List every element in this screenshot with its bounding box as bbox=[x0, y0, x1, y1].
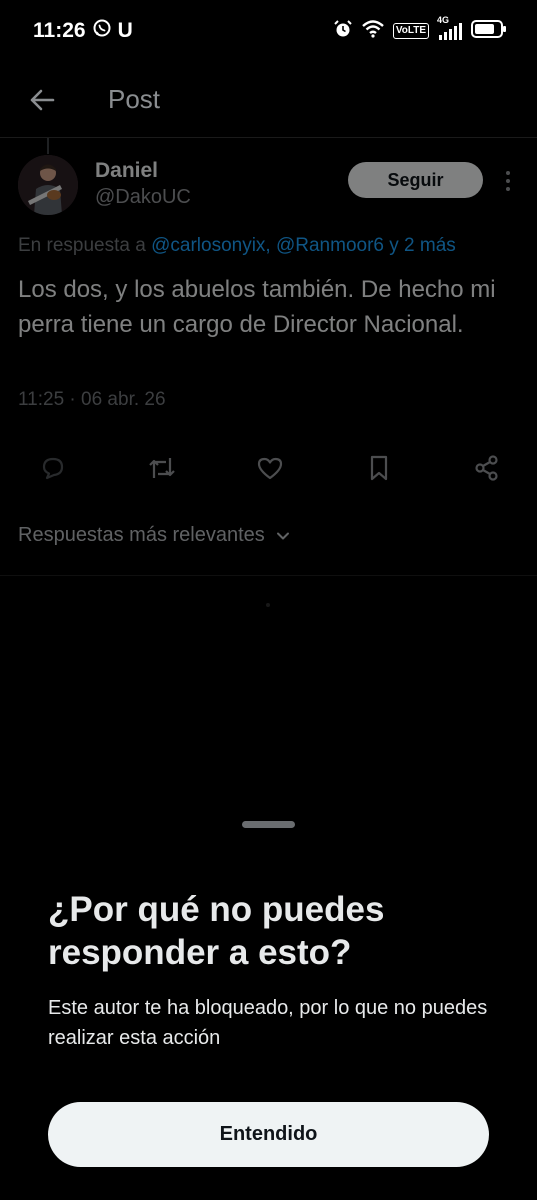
heart-icon bbox=[257, 457, 283, 480]
avatar[interactable] bbox=[18, 155, 78, 215]
sort-replies-dropdown[interactable]: Respuestas más relevantes bbox=[18, 524, 291, 547]
volte-badge: VoLTE bbox=[392, 23, 429, 39]
page-title: Post bbox=[108, 84, 161, 114]
status-bar: 11:26 U VoLTE 4G bbox=[0, 0, 537, 62]
repost-button[interactable] bbox=[144, 450, 180, 486]
bottom-sheet-handle[interactable] bbox=[242, 821, 295, 828]
sheet-title: ¿Por qué no puedes responder a esto? bbox=[48, 890, 385, 972]
comment-icon bbox=[42, 457, 64, 480]
loading-indicator bbox=[266, 603, 270, 607]
author-name[interactable]: Daniel bbox=[95, 159, 158, 183]
repost-icon bbox=[148, 458, 175, 478]
bookmark-button[interactable] bbox=[361, 450, 397, 486]
reply-prefix: En respuesta a bbox=[18, 235, 152, 256]
status-left: 11:26 U bbox=[33, 18, 133, 44]
chevron-down-icon bbox=[276, 532, 289, 539]
back-button[interactable] bbox=[27, 85, 57, 115]
reply-button[interactable] bbox=[35, 450, 71, 486]
like-button[interactable] bbox=[252, 450, 288, 486]
author-row: Daniel @DakoUC Seguir bbox=[18, 155, 521, 219]
reply-mentions-link[interactable]: @carlosonyix, @Ranmoor6 y 2 más bbox=[151, 235, 456, 256]
post-actions bbox=[35, 448, 505, 488]
status-right: VoLTE 4G bbox=[333, 15, 507, 44]
alarm-icon bbox=[333, 19, 353, 44]
divider bbox=[0, 575, 537, 576]
share-button[interactable] bbox=[469, 450, 505, 486]
author-handle[interactable]: @DakoUC bbox=[95, 186, 191, 209]
whatsapp-icon bbox=[92, 18, 112, 44]
carrier-icon: U bbox=[117, 19, 133, 42]
understood-button[interactable]: Entendido bbox=[48, 1102, 489, 1167]
sort-label: Respuestas más relevantes bbox=[18, 524, 265, 546]
battery-icon bbox=[471, 19, 507, 44]
top-app-bar: Post bbox=[0, 62, 537, 138]
signal-icon: 4G bbox=[437, 15, 463, 41]
more-options-icon[interactable] bbox=[498, 167, 518, 195]
share-icon bbox=[475, 455, 498, 481]
bookmark-icon bbox=[370, 455, 387, 481]
reply-context: En respuesta a @carlosonyix, @Ranmoor6 y… bbox=[18, 235, 537, 257]
thread-connector bbox=[47, 138, 49, 154]
status-time: 11:26 bbox=[33, 19, 86, 42]
arrow-left-icon bbox=[30, 89, 55, 110]
post-text: Los dos, y los abuelos también. De hecho… bbox=[18, 276, 496, 338]
sheet-message: Este autor te ha bloqueado, por lo que n… bbox=[48, 997, 488, 1049]
network-type-label: 4G bbox=[437, 15, 450, 25]
follow-button[interactable]: Seguir bbox=[348, 162, 483, 198]
wifi-icon bbox=[361, 19, 385, 44]
post-timestamp: 11:25 · 06 abr. 26 bbox=[18, 389, 166, 410]
